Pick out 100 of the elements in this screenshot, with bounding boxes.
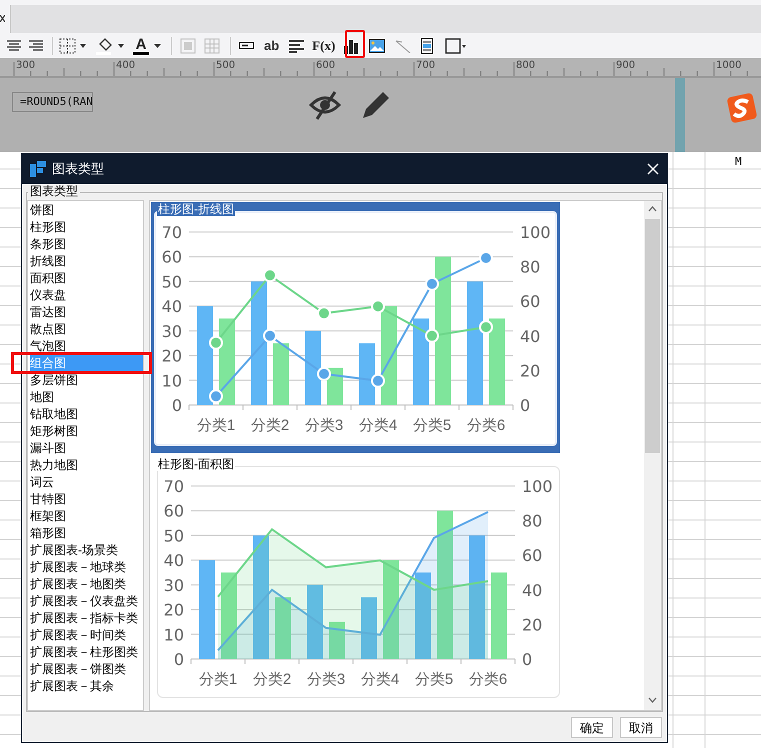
chart-type-item[interactable]: 框架图 xyxy=(30,508,143,525)
chart-type-item[interactable]: 热力地图 xyxy=(30,457,143,474)
align-right-icon[interactable] xyxy=(28,38,44,52)
frame-icon[interactable] xyxy=(445,38,468,54)
axis-label: 20 xyxy=(164,600,184,620)
font-color-button[interactable]: A xyxy=(133,36,163,54)
chart-type-item[interactable]: 面积图 xyxy=(30,270,143,287)
axis-label: 80 xyxy=(520,258,540,277)
axis-label: 40 xyxy=(164,551,184,570)
preview-title: 柱形图-面积图 xyxy=(157,457,235,471)
axis-label: 40 xyxy=(162,297,182,316)
axis-label: 20 xyxy=(162,346,182,366)
axis-label: 分类2 xyxy=(252,671,292,688)
formula-button[interactable]: F(x) xyxy=(312,36,336,56)
chart-type-item[interactable]: 甘特图 xyxy=(30,491,143,508)
caret-icon[interactable] xyxy=(153,42,163,48)
chart-type-item[interactable]: 地图 xyxy=(30,389,143,406)
data-point xyxy=(479,251,493,265)
data-point xyxy=(479,320,493,334)
axis-label: 分类4 xyxy=(360,671,400,688)
ruler-label: 700 xyxy=(416,60,436,71)
axis-label: 分类1 xyxy=(198,671,238,688)
bar-chart-icon[interactable] xyxy=(343,38,360,54)
axis-label: 分类5 xyxy=(412,417,452,434)
data-point xyxy=(371,374,385,388)
axis-label: 70 xyxy=(162,223,182,242)
data-point xyxy=(425,276,439,291)
formula-cell: =ROUND5(RAN xyxy=(12,92,93,112)
chart-type-item[interactable]: 条形图 xyxy=(30,236,143,253)
chart-type-item[interactable]: 扩展图表－地球类 xyxy=(30,559,143,576)
chart-type-item[interactable]: 扩展图表－仪表盘类 xyxy=(30,593,143,610)
dialog-button[interactable]: 确定 xyxy=(571,717,613,738)
paragraph-icon[interactable] xyxy=(289,38,304,52)
data-point xyxy=(263,328,277,343)
close-icon[interactable] xyxy=(0,15,5,22)
chart-type-item[interactable]: 钻取地图 xyxy=(30,406,143,423)
axis-label: 分类3 xyxy=(304,417,344,434)
highlight-overlay xyxy=(345,30,365,58)
ruler-label: 900 xyxy=(616,60,636,71)
scroll-down-icon[interactable] xyxy=(648,697,657,703)
chart-type-item[interactable]: 扩展图表－饼图类 xyxy=(30,661,143,678)
chart-type-item[interactable]: 仪表盘 xyxy=(30,287,143,304)
chart-type-item[interactable]: 多层饼图 xyxy=(30,372,143,389)
chart-type-item[interactable]: 饼图 xyxy=(30,202,143,219)
data-point xyxy=(425,328,439,343)
axis-label: 0 xyxy=(172,396,182,415)
group-label: 图表类型 xyxy=(28,185,80,198)
axis-label: 50 xyxy=(162,272,182,292)
chart-type-item[interactable]: 扩展图表－柱形图类 xyxy=(30,644,143,661)
axis-label: 50 xyxy=(164,526,184,546)
chart-type-item[interactable]: 漏斗图 xyxy=(30,440,143,457)
data-point xyxy=(263,268,277,282)
document-icon[interactable] xyxy=(421,38,434,54)
chart-type-item[interactable]: 气泡图 xyxy=(30,338,143,355)
chart-type-item[interactable]: 箱形图 xyxy=(30,525,143,542)
axis-label: 0 xyxy=(522,650,532,669)
axis-label: 0 xyxy=(520,396,530,415)
data-point xyxy=(209,389,223,404)
axis-label: 分类1 xyxy=(196,417,236,434)
border-icon[interactable] xyxy=(59,38,87,54)
axis-label: 100 xyxy=(522,477,553,496)
merge-cells-icon[interactable] xyxy=(180,38,196,54)
diagonal-line-icon[interactable] xyxy=(395,38,412,52)
axis-label: 70 xyxy=(164,477,184,496)
text-field-icon[interactable] xyxy=(239,42,254,50)
chart-type-item[interactable]: 雷达图 xyxy=(30,304,143,321)
chart-type-item[interactable]: 折线图 xyxy=(30,253,143,270)
fill-color-icon[interactable] xyxy=(95,36,125,54)
image-icon[interactable] xyxy=(369,38,386,52)
axis-label: 30 xyxy=(164,576,184,595)
scrollbar-thumb[interactable] xyxy=(645,219,660,453)
align-center-icon[interactable] xyxy=(6,38,22,52)
ab-button[interactable]: ab xyxy=(264,36,280,56)
axis-label: 100 xyxy=(520,223,551,242)
scrollbar[interactable] xyxy=(644,201,661,710)
chart-type-item[interactable]: 扩展图表－时间类 xyxy=(30,627,143,644)
scroll-up-icon[interactable] xyxy=(648,206,657,212)
chart-preview[interactable]: 0 10 20 30 40 50 60 70 分类1 分类2 分类3 分类4 分类5 分类6 0 20 40 60 80 100 柱形图-折线图 xyxy=(151,202,560,453)
chart-type-item[interactable]: 矩形树图 xyxy=(30,423,143,440)
pencil-icon xyxy=(361,90,391,120)
chart-type-item[interactable]: 词云 xyxy=(30,474,143,491)
chart-type-item[interactable]: 扩展图表－指标卡类 xyxy=(30,610,143,627)
dialog-button[interactable]: 取消 xyxy=(620,717,662,738)
axis-label: 分类6 xyxy=(466,417,506,434)
axis-label: 分类2 xyxy=(250,417,290,434)
axis-label: 40 xyxy=(522,580,542,600)
data-point xyxy=(371,299,385,314)
axis-label: 20 xyxy=(520,361,540,380)
axis-label: 80 xyxy=(522,512,542,531)
ruler-label: 300 xyxy=(16,60,36,71)
eye-slash-icon xyxy=(309,90,341,120)
chart-type-item[interactable]: 散点图 xyxy=(30,321,143,338)
chart-type-item[interactable]: 扩展图表-场景类 xyxy=(30,542,143,559)
ruler-label: 500 xyxy=(216,60,236,71)
column-header: M xyxy=(735,154,742,170)
axis-label: 分类5 xyxy=(414,671,454,688)
chart-type-item[interactable]: 扩展图表－其余 xyxy=(30,678,143,695)
chart-type-item[interactable]: 柱形图 xyxy=(30,219,143,236)
axis-label: 40 xyxy=(520,326,540,346)
chart-type-item[interactable]: 扩展图表－地图类 xyxy=(30,576,143,593)
